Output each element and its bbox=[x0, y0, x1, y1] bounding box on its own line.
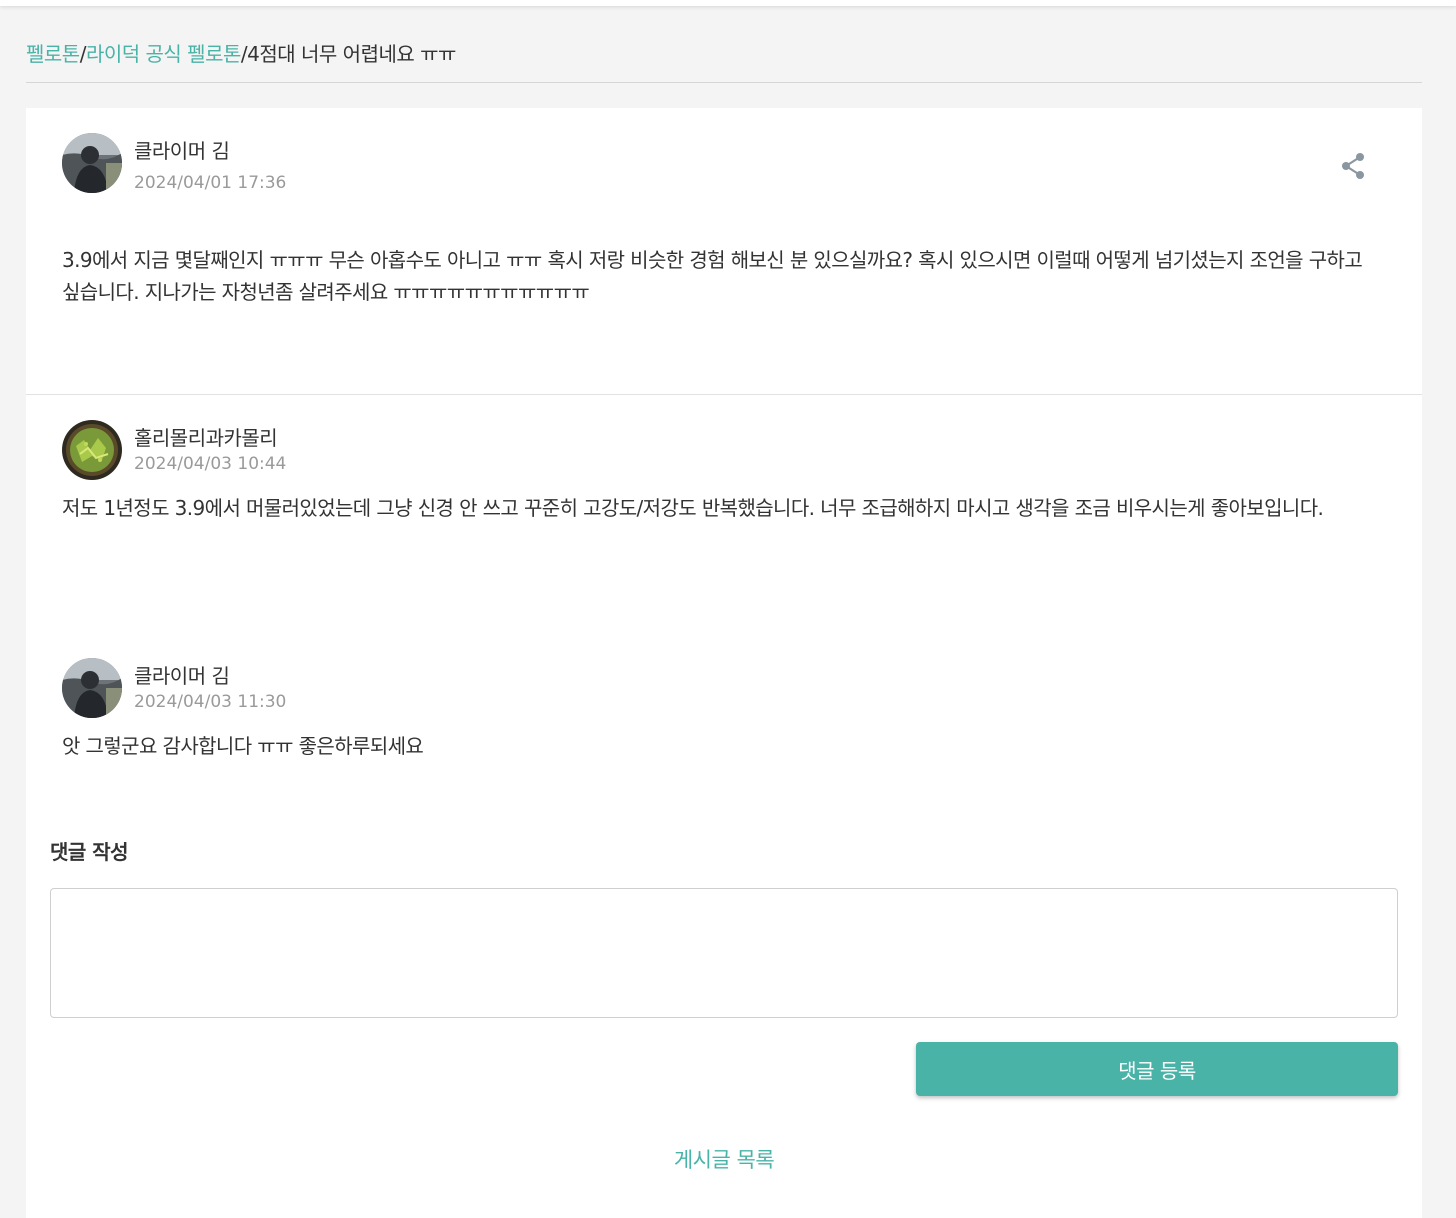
avatar[interactable] bbox=[62, 658, 122, 718]
post-body: 3.9에서 지금 몇달째인지 ㅠㅠㅠ 무슨 아홉수도 아니고 ㅠㅠ 혹시 저랑 … bbox=[62, 248, 1363, 304]
top-bar bbox=[0, 0, 1456, 6]
avatar-photo bbox=[62, 658, 122, 718]
comment-input[interactable] bbox=[50, 888, 1398, 1018]
comment-submit-button[interactable]: 댓글 등록 bbox=[916, 1042, 1398, 1096]
avatar[interactable] bbox=[62, 133, 122, 193]
comment-date: 2024/04/03 10:44 bbox=[134, 454, 287, 474]
breadcrumb: 펠로톤/라이덕 공식 펠로톤/4점대 너무 어렵네요 ㅠㅠ bbox=[26, 38, 1422, 83]
avatar-photo bbox=[62, 420, 122, 480]
avatar-photo bbox=[62, 133, 122, 193]
share-button[interactable] bbox=[1336, 149, 1370, 183]
avatar[interactable] bbox=[62, 420, 122, 480]
post-author[interactable]: 클라이머 김 bbox=[134, 135, 230, 164]
comment-author[interactable]: 클라이머 김 bbox=[134, 660, 230, 689]
share-icon bbox=[1342, 153, 1364, 179]
post: 클라이머 김 2024/04/01 17:36 3.9에서 지금 몇달째인지 ㅠ… bbox=[26, 108, 1422, 395]
breadcrumb-current: 4점대 너무 어렵네요 ㅠㅠ bbox=[247, 42, 456, 66]
post-card: 클라이머 김 2024/04/01 17:36 3.9에서 지금 몇달째인지 ㅠ… bbox=[26, 108, 1422, 1218]
breadcrumb-item-official-peloton[interactable]: 라이덕 공식 펠로톤 bbox=[86, 42, 241, 66]
breadcrumb-item-peloton[interactable]: 펠로톤 bbox=[26, 42, 80, 66]
comment-body: 앗 그렇군요 감사합니다 ㅠㅠ 좋은하루되세요 bbox=[62, 734, 424, 758]
post-list-link[interactable]: 게시글 목록 bbox=[26, 1144, 1422, 1174]
comment-form-heading: 댓글 작성 bbox=[50, 840, 129, 864]
comment-author[interactable]: 홀리몰리과카몰리 bbox=[134, 422, 278, 451]
post-date: 2024/04/01 17:36 bbox=[134, 173, 287, 193]
comment-body: 저도 1년정도 3.9에서 머물러있었는데 그냥 신경 안 쓰고 꾸준히 고강도… bbox=[62, 496, 1324, 520]
comment-date: 2024/04/03 11:30 bbox=[134, 692, 287, 712]
